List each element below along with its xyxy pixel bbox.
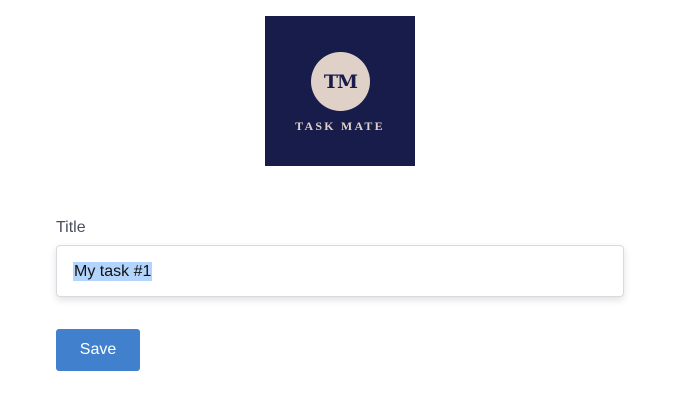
logo-monogram-circle: TM xyxy=(311,52,370,111)
logo-initials: TM xyxy=(323,70,358,93)
task-mate-logo: TM TASK MATE xyxy=(265,16,415,166)
title-input-value[interactable]: My task #1 xyxy=(73,261,153,281)
title-label: Title xyxy=(56,219,86,236)
save-button[interactable]: Save xyxy=(56,329,140,371)
task-form-page: TM TASK MATE Title My task #1 Save xyxy=(0,0,684,410)
title-input[interactable]: My task #1 xyxy=(56,245,624,297)
logo-wordmark: TASK MATE xyxy=(295,119,385,133)
